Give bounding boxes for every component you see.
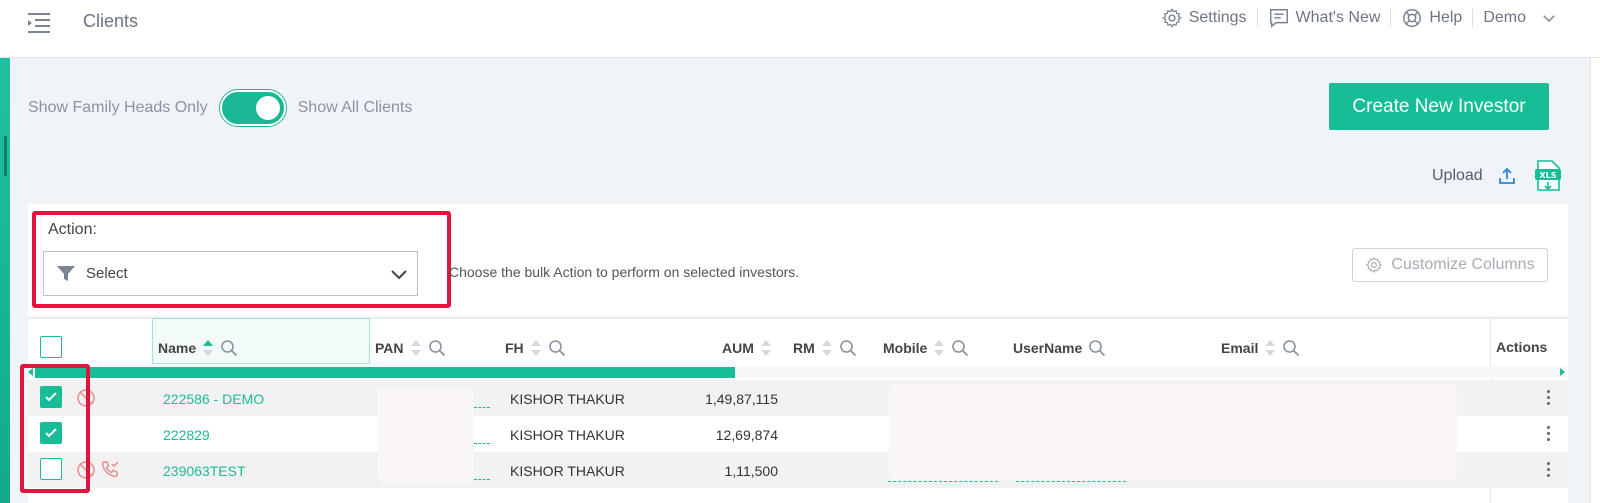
side-drawer-strip[interactable] [0, 58, 10, 503]
column-rm-label: RM [793, 340, 815, 356]
create-new-investor-button[interactable]: Create New Investor [1329, 83, 1549, 130]
client-name-link[interactable]: 222829 [163, 427, 210, 443]
upload-icon [1498, 167, 1515, 184]
sort-icon[interactable] [821, 339, 833, 357]
highlight-box-action [32, 211, 451, 308]
search-icon[interactable] [548, 339, 566, 357]
pan-underline [474, 443, 490, 444]
column-mobile-label: Mobile [883, 340, 928, 356]
column-header-username[interactable]: UserName [1013, 339, 1106, 357]
sort-icon[interactable] [760, 339, 772, 357]
gear-icon [1366, 256, 1383, 274]
menu-collapse-icon[interactable] [26, 10, 52, 36]
search-icon[interactable] [428, 339, 446, 357]
username-underline [1016, 481, 1126, 482]
column-actions-label: Actions [1496, 339, 1548, 355]
sort-icon[interactable] [933, 339, 945, 357]
column-header-actions: Actions [1496, 339, 1547, 355]
sort-icon[interactable] [1264, 339, 1276, 357]
search-icon[interactable] [1282, 339, 1300, 357]
column-header-rm[interactable]: RM [793, 339, 857, 357]
client-name-link[interactable]: 239063TEST [163, 463, 246, 479]
column-header-name[interactable]: Name [158, 339, 238, 357]
help-label: Help [1429, 9, 1463, 26]
aum-value: 1,11,500 [724, 463, 778, 479]
search-icon[interactable] [839, 339, 857, 357]
phone-check-icon [101, 461, 119, 478]
fh-value: KISHOR THAKUR [510, 391, 625, 407]
redacted-contact-columns [889, 384, 1457, 480]
redacted-pan-column [378, 388, 474, 482]
mobile-underline [888, 481, 998, 482]
row-actions-menu[interactable] [1547, 390, 1551, 408]
page-scrollbar[interactable] [1590, 58, 1600, 503]
user-menu[interactable]: Demo [1473, 9, 1568, 27]
column-name-label: Name [158, 340, 197, 356]
select-all-checkbox[interactable] [40, 336, 62, 358]
sort-icon[interactable] [530, 339, 542, 357]
column-header-pan[interactable]: PAN [375, 339, 446, 357]
upload-button[interactable]: Upload [1432, 166, 1517, 186]
fh-value: KISHOR THAKUR [510, 463, 625, 479]
top-nav: Settings What's New Help Demo [1151, 6, 1568, 30]
whats-new-link[interactable]: What's New [1258, 7, 1391, 29]
column-header-aum[interactable]: AUM [722, 339, 772, 357]
pan-underline [474, 479, 490, 480]
row-actions-menu[interactable] [1547, 462, 1551, 480]
fh-value: KISHOR THAKUR [510, 427, 625, 443]
column-username-label: UserName [1013, 340, 1083, 356]
drawer-handle[interactable] [4, 136, 7, 176]
search-icon[interactable] [220, 339, 238, 357]
whats-new-label: What's New [1295, 9, 1381, 26]
scroll-right-arrow[interactable] [1560, 368, 1565, 376]
column-email-label: Email [1221, 340, 1259, 356]
search-icon[interactable] [951, 339, 969, 357]
column-aum-label: AUM [722, 340, 754, 356]
help-link[interactable]: Help [1391, 7, 1472, 29]
customize-columns-button[interactable]: Customize Columns [1352, 248, 1548, 282]
column-pan-label: PAN [375, 340, 404, 356]
search-icon[interactable] [1088, 339, 1106, 357]
client-name-link[interactable]: 222586 - DEMO [163, 391, 264, 407]
toggle-left-label: Show Family Heads Only [28, 99, 208, 116]
settings-label: Settings [1188, 9, 1247, 26]
bulk-action-hint: Choose the bulk Action to perform on sel… [449, 264, 800, 280]
family-head-toggle-row: Show Family Heads Only Show All Clients [28, 90, 412, 126]
settings-link[interactable]: Settings [1151, 7, 1257, 29]
aum-value: 1,49,87,115 [705, 391, 778, 407]
chat-icon [1269, 9, 1288, 28]
sort-icon[interactable] [410, 339, 422, 357]
family-heads-toggle[interactable] [219, 90, 286, 126]
toggle-knob [255, 96, 280, 120]
row-actions-menu[interactable] [1547, 426, 1551, 444]
horizontal-scroll-thumb[interactable] [35, 367, 735, 378]
highlight-box-row-checkboxes [20, 364, 90, 493]
customize-columns-label: Customize Columns [1391, 256, 1535, 273]
upload-label: Upload [1432, 167, 1483, 184]
aum-value: 12,69,874 [715, 427, 778, 443]
column-header-email[interactable]: Email [1221, 339, 1300, 357]
toggle-right-label: Show All Clients [297, 99, 413, 116]
chevron-down-icon [1543, 15, 1555, 23]
pan-underline [474, 407, 490, 408]
lifebuoy-icon [1403, 9, 1422, 27]
user-name: Demo [1483, 9, 1526, 26]
xls-download-icon[interactable]: XLS [1534, 160, 1562, 192]
column-header-fh[interactable]: FH [505, 339, 566, 357]
column-header-mobile[interactable]: Mobile [883, 339, 969, 357]
gear-icon [1161, 8, 1182, 28]
page-title: Clients [83, 11, 139, 31]
svg-text:XLS: XLS [1539, 171, 1556, 180]
top-bar: Clients Settings What's New Help Demo [0, 0, 1600, 58]
sort-asc-icon[interactable] [202, 339, 214, 357]
column-fh-label: FH [505, 340, 524, 356]
